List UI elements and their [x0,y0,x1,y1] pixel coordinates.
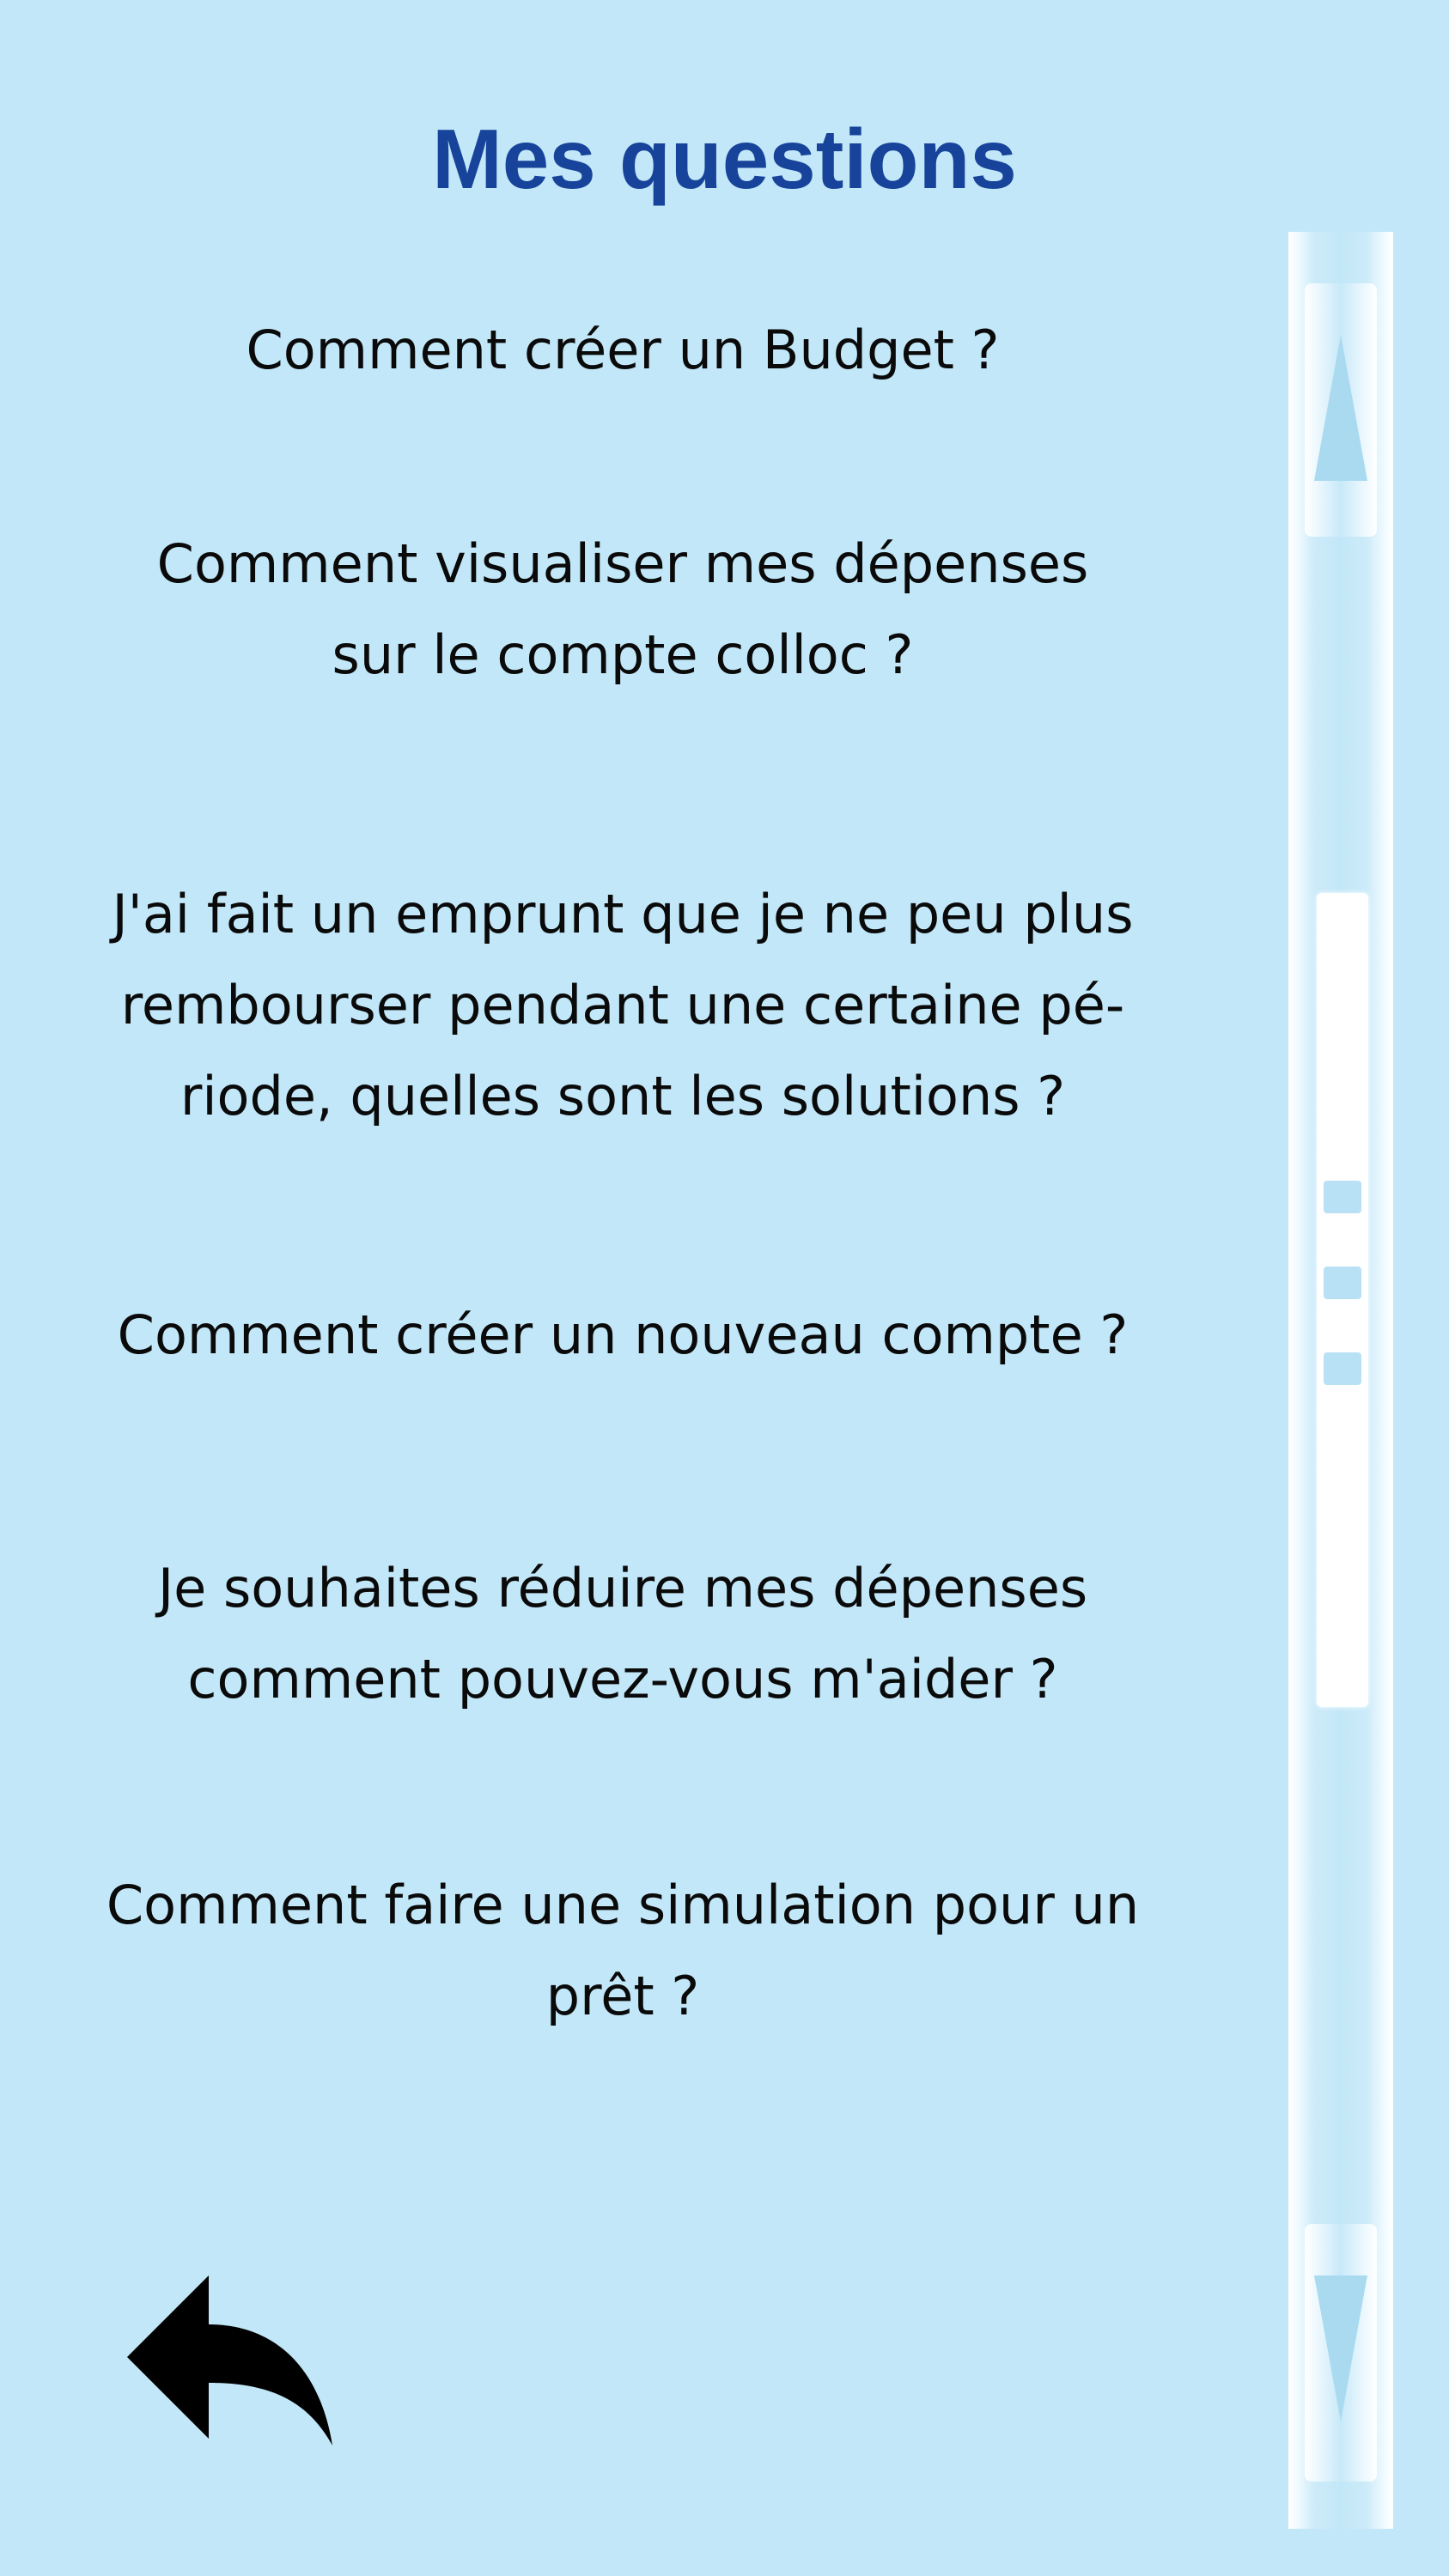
scroll-up-button[interactable] [1305,283,1377,537]
grip-line [1324,1181,1361,1213]
scroll-down-button[interactable] [1305,2224,1377,2482]
question-loan-simulation[interactable]: Comment faire une simulation pour un prê… [34,1860,1211,2042]
grip-line [1324,1267,1361,1299]
question-reduce-expenses[interactable]: Je souhaites réduire mes dépenses commen… [34,1543,1211,1725]
scroll-down-arrow-icon [1314,2275,1367,2421]
back-button[interactable] [120,2275,344,2464]
question-loan-repayment[interactable]: J'ai fait un emprunt que je ne peu plus … [34,869,1211,1142]
page-title: Mes questions [432,112,1017,206]
back-arrow-icon [127,2275,332,2445]
question-create-account[interactable]: Comment créer un nouveau compte ? [34,1290,1211,1381]
scrollbar-thumb[interactable] [1317,893,1368,1707]
question-view-expenses-colloc[interactable]: Comment visualiser mes dépenses sur le c… [34,519,1211,701]
question-create-budget[interactable]: Comment créer un Budget ? [34,305,1211,396]
scroll-up-arrow-icon [1314,335,1367,481]
grip-line [1324,1352,1361,1385]
